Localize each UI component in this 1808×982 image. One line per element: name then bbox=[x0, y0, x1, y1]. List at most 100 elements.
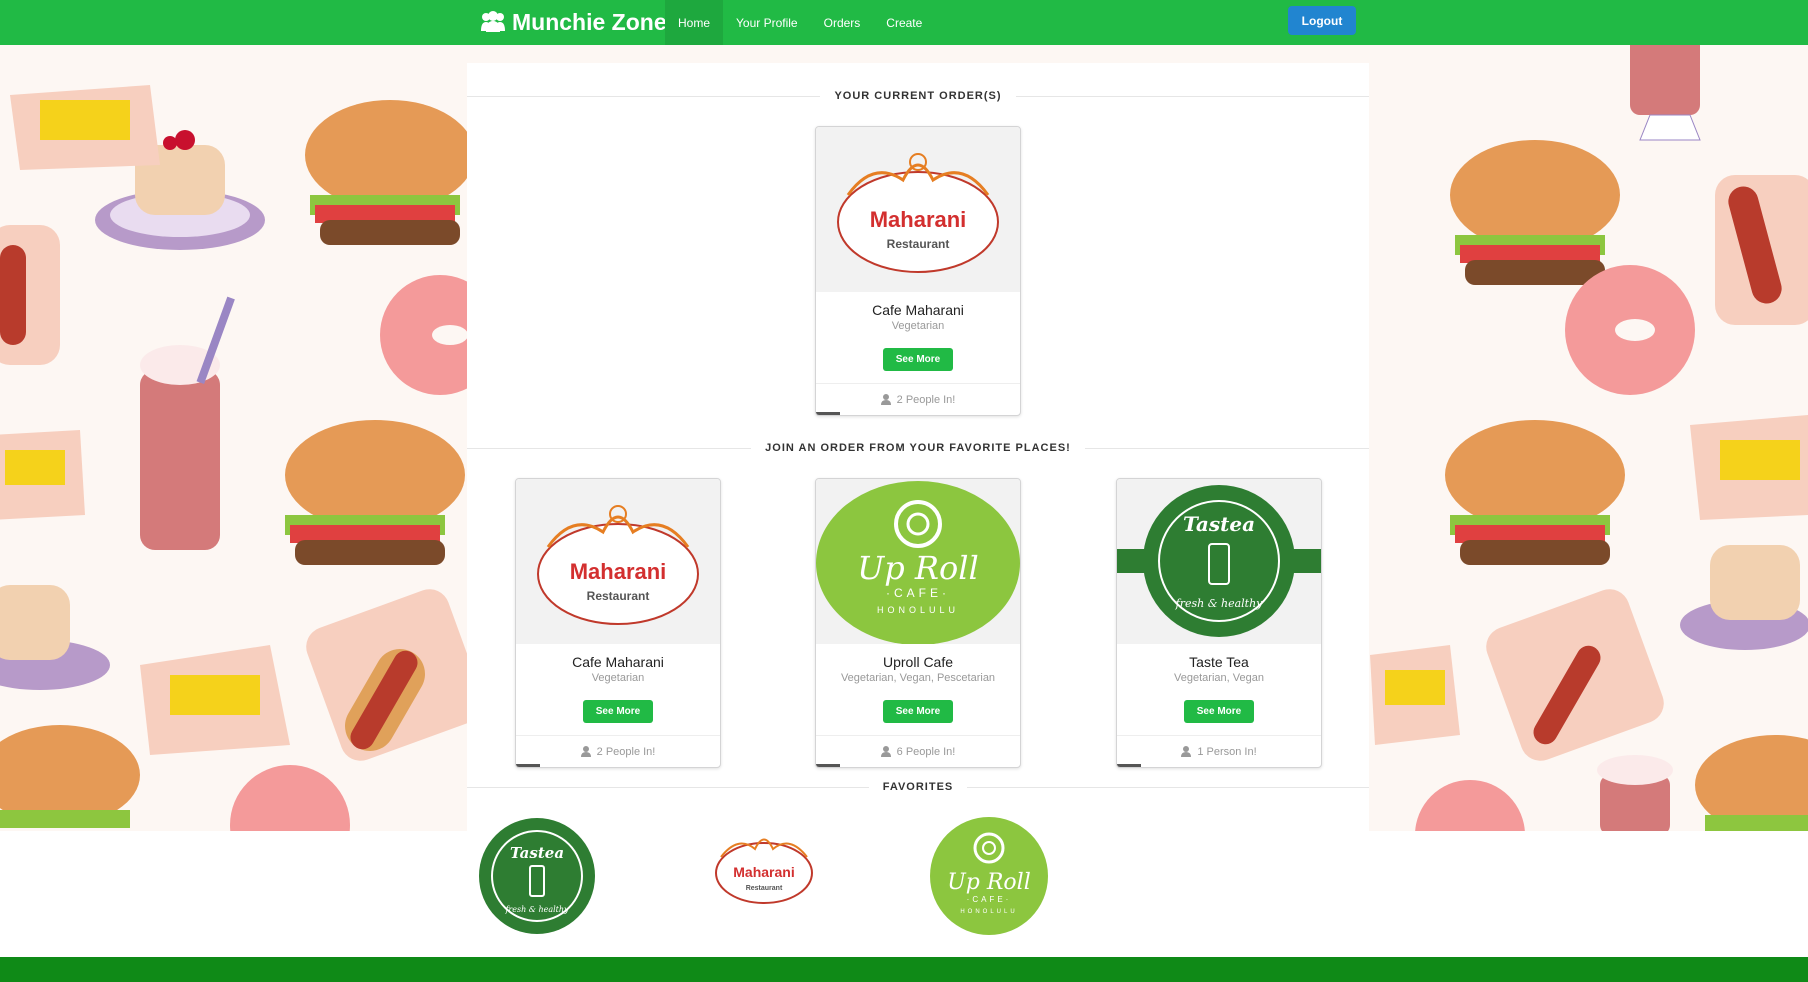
current-orders-title: YOUR CURRENT ORDER(S) bbox=[834, 90, 1002, 102]
tastea-logo: Tastea fresh & healthy bbox=[479, 818, 595, 934]
card-footer: 2 People In! bbox=[516, 735, 720, 767]
favorites-area bbox=[0, 831, 1808, 957]
uproll-logo-subtext: ·CAFE· bbox=[886, 586, 950, 600]
see-more-button[interactable]: See More bbox=[883, 700, 953, 723]
pancake-illustration-r1 bbox=[1680, 545, 1808, 650]
tastea-logo: Tastea fresh & healthy bbox=[1117, 485, 1321, 637]
uproll-logo-city: HONOLULU bbox=[960, 909, 1017, 915]
brand-logo[interactable]: Munchie Zone bbox=[480, 6, 667, 38]
user-icon bbox=[880, 746, 891, 757]
shake-illustration-r2 bbox=[1630, 45, 1701, 141]
join-order-card-maharani: Maharani Restaurant Cafe Maharani Vegeta… bbox=[515, 478, 721, 768]
card-diet-tags: Vegetarian, Vegan bbox=[1174, 672, 1264, 684]
card-diet-tags: Vegetarian bbox=[891, 320, 945, 332]
shake-illustration-r1 bbox=[1597, 755, 1673, 831]
card-restaurant-name: Cafe Maharani bbox=[872, 302, 964, 318]
join-order-card-tastetea: Tastea fresh & healthy Taste Tea Vegetar… bbox=[1116, 478, 1322, 768]
card-progress-bar bbox=[516, 764, 540, 767]
burger-illustration-r2 bbox=[1445, 420, 1625, 565]
uproll-logo-subtext: ·CAFE· bbox=[967, 895, 1012, 904]
donut-illustration-2 bbox=[230, 765, 350, 831]
maharani-logo-text: Maharani bbox=[733, 864, 794, 880]
people-count: 1 Person In! bbox=[1197, 745, 1257, 758]
maharani-logo-text: Maharani bbox=[870, 207, 967, 232]
hotdog-illustration-r1 bbox=[1715, 175, 1808, 325]
card-restaurant-name: Taste Tea bbox=[1189, 654, 1249, 670]
nav-item-home[interactable]: Home bbox=[665, 0, 724, 45]
fries-illustration-2 bbox=[10, 85, 160, 170]
user-icon bbox=[880, 394, 891, 405]
maharani-logo-subtext: Restaurant bbox=[746, 885, 783, 892]
current-order-card: Maharani Restaurant Cafe Maharani Vegeta… bbox=[815, 126, 1021, 416]
uproll-logo-text: Up Roll bbox=[857, 549, 978, 587]
card-image: Up Roll ·CAFE· HONOLULU bbox=[816, 479, 1020, 644]
burger-illustration-r1 bbox=[1450, 140, 1620, 285]
card-image: Maharani Restaurant bbox=[816, 127, 1020, 292]
maharani-logo: Maharani Restaurant bbox=[537, 504, 699, 625]
footer-bar bbox=[0, 957, 1808, 982]
card-footer: 1 Person In! bbox=[1117, 735, 1321, 767]
shake-illustration bbox=[140, 296, 235, 550]
burger-illustration-r3 bbox=[1695, 735, 1808, 831]
fries-illustration bbox=[140, 645, 290, 755]
users-icon bbox=[481, 11, 505, 32]
card-diet-tags: Vegetarian bbox=[591, 672, 645, 684]
maharani-logo: Maharani Restaurant bbox=[715, 838, 813, 904]
tastea-logo-subtext: fresh & healthy bbox=[1175, 597, 1264, 610]
hotdog-illustration bbox=[306, 589, 484, 761]
card-restaurant-name: Uproll Cafe bbox=[882, 654, 954, 670]
uproll-logo-city: HONOLULU bbox=[877, 605, 959, 615]
tastea-logo-text: Tastea bbox=[510, 844, 564, 862]
maharani-logo-text: Maharani bbox=[570, 559, 667, 584]
see-more-button[interactable]: See More bbox=[883, 348, 953, 371]
nav-menu: Home Your Profile Orders Create bbox=[665, 0, 935, 45]
card-diet-tags: Vegetarian, Vegan, Pescetarian bbox=[840, 672, 996, 684]
logout-button[interactable]: Logout bbox=[1288, 6, 1356, 35]
fries-illustration-r1 bbox=[1690, 415, 1808, 520]
uproll-logo-text: Up Roll bbox=[947, 870, 1031, 895]
card-progress-bar bbox=[816, 764, 840, 767]
brand-name: Munchie Zone bbox=[512, 8, 667, 35]
maharani-logo-subtext: Restaurant bbox=[887, 237, 950, 251]
pancake-illustration-2 bbox=[0, 585, 110, 690]
hotdog-illustration-2 bbox=[0, 225, 60, 365]
nav-item-orders[interactable]: Orders bbox=[811, 0, 874, 45]
nav-item-your-profile[interactable]: Your Profile bbox=[723, 0, 811, 45]
join-orders-header: JOIN AN ORDER FROM YOUR FAVORITE PLACES! bbox=[467, 440, 1369, 456]
people-count: 2 People In! bbox=[596, 745, 656, 758]
current-orders-header: YOUR CURRENT ORDER(S) bbox=[467, 88, 1369, 104]
main-content: YOUR CURRENT ORDER(S) Maharani Restauran… bbox=[467, 63, 1369, 831]
uproll-logo: Up Roll ·CAFE· HONOLULU bbox=[930, 817, 1048, 935]
fries-illustration-3 bbox=[0, 430, 85, 520]
favorites-header: FAVORITES bbox=[467, 779, 1369, 795]
favorite-uproll[interactable]: Up Roll ·CAFE· HONOLULU bbox=[928, 816, 1050, 941]
join-order-card-uproll: Up Roll ·CAFE· HONOLULU Uproll Cafe Vege… bbox=[815, 478, 1021, 768]
people-count: 2 People In! bbox=[896, 393, 956, 406]
uproll-logo: Up Roll ·CAFE· HONOLULU bbox=[816, 481, 1020, 644]
donut-illustration-r1 bbox=[1565, 265, 1695, 395]
join-orders-title: JOIN AN ORDER FROM YOUR FAVORITE PLACES! bbox=[765, 442, 1071, 454]
card-progress-bar bbox=[816, 412, 840, 415]
tastea-logo-subtext: fresh & healthy bbox=[504, 905, 569, 914]
burger-illustration-2 bbox=[285, 420, 465, 565]
top-navbar: Munchie Zone Home Your Profile Orders Cr… bbox=[0, 0, 1808, 45]
favorite-maharani[interactable]: Maharani Restaurant bbox=[713, 825, 815, 910]
favorites-title: FAVORITES bbox=[882, 781, 954, 793]
maharani-logo: Maharani Restaurant bbox=[837, 152, 999, 273]
burger-illustration bbox=[305, 100, 475, 245]
card-restaurant-name: Cafe Maharani bbox=[572, 654, 664, 670]
nav-item-create[interactable]: Create bbox=[873, 0, 935, 45]
card-image: Maharani Restaurant bbox=[516, 479, 720, 644]
card-footer: 6 People In! bbox=[816, 735, 1020, 767]
user-icon bbox=[1181, 746, 1192, 757]
user-icon bbox=[580, 746, 591, 757]
fries-illustration-r2 bbox=[1370, 645, 1460, 745]
card-image: Tastea fresh & healthy bbox=[1117, 479, 1321, 644]
tastea-logo-text: Tastea bbox=[1183, 512, 1255, 536]
card-footer: 2 People In! bbox=[816, 383, 1020, 415]
see-more-button[interactable]: See More bbox=[583, 700, 653, 723]
favorite-tastetea[interactable]: Tastea fresh & healthy bbox=[476, 816, 598, 941]
see-more-button[interactable]: See More bbox=[1184, 700, 1254, 723]
burger-illustration-3 bbox=[0, 725, 140, 828]
card-progress-bar bbox=[1117, 764, 1141, 767]
